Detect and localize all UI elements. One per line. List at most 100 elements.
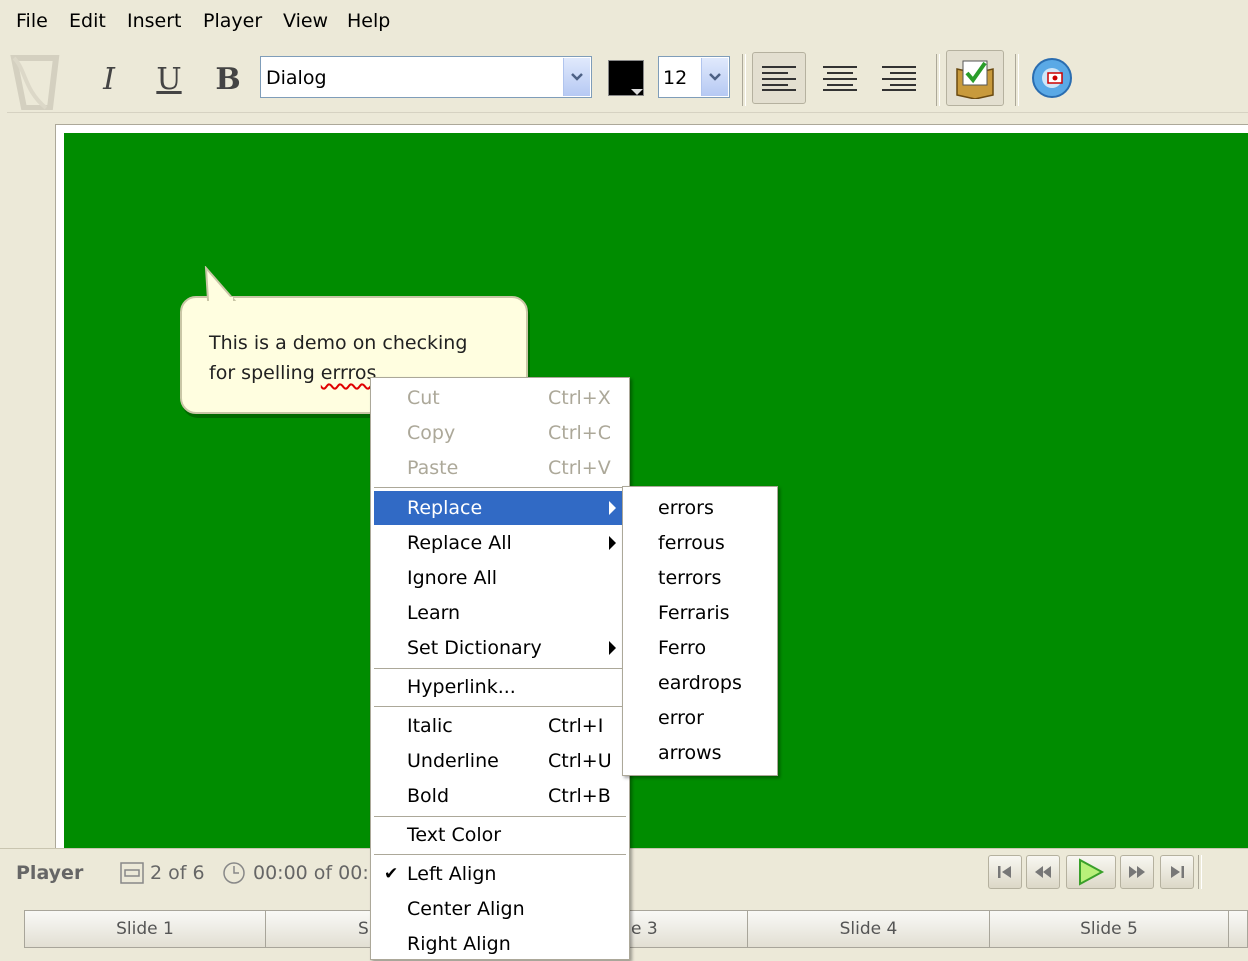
slide-counter-icon bbox=[120, 862, 144, 884]
chevron-down-icon[interactable] bbox=[701, 58, 728, 96]
menu-item-text-color-label: Text Color bbox=[407, 824, 502, 846]
skip-start-icon bbox=[998, 866, 1011, 878]
menu-item-left-align[interactable]: ✔ Left Align bbox=[374, 857, 626, 891]
menu-item-left-align-label: Left Align bbox=[407, 863, 497, 885]
menu-item-underline-label: Underline bbox=[407, 750, 499, 772]
suggestion-item[interactable]: arrows bbox=[658, 742, 722, 764]
menu-item-replace-all[interactable]: Replace All bbox=[374, 526, 626, 560]
menu-item-hyperlink-label: Hyperlink... bbox=[407, 676, 516, 698]
menu-item-underline[interactable]: Underline Ctrl+U bbox=[374, 744, 626, 778]
menu-edit[interactable]: Edit bbox=[69, 10, 106, 32]
slide-tab-6[interactable] bbox=[1228, 910, 1248, 948]
menu-item-text-color[interactable]: Text Color bbox=[374, 818, 626, 852]
align-center-icon bbox=[823, 66, 857, 91]
suggestion-item[interactable]: error bbox=[658, 707, 704, 729]
callout-line-2-prefix: for spelling bbox=[209, 362, 321, 384]
menu-item-italic[interactable]: Italic Ctrl+I bbox=[374, 709, 626, 743]
right-align-button[interactable] bbox=[873, 52, 925, 104]
left-align-button[interactable] bbox=[752, 52, 806, 104]
menu-item-underline-shortcut: Ctrl+U bbox=[548, 750, 612, 772]
menu-item-center-align[interactable]: Center Align bbox=[374, 892, 626, 926]
menu-view[interactable]: View bbox=[283, 10, 328, 32]
menu-item-cut-label: Cut bbox=[407, 387, 440, 409]
menu-bar: File Edit Insert Player View Help bbox=[0, 0, 1248, 46]
font-size-select[interactable]: 12 bbox=[658, 56, 730, 98]
chevron-down-icon[interactable] bbox=[563, 58, 590, 96]
menu-item-right-align[interactable]: Right Align bbox=[374, 927, 626, 961]
menu-item-learn[interactable]: Learn bbox=[374, 596, 626, 630]
suggestion-item[interactable]: ferrous bbox=[658, 532, 725, 554]
slide-tab-1[interactable]: Slide 1 bbox=[24, 910, 266, 948]
slide-counter: 2 of 6 bbox=[150, 862, 205, 884]
bold-button[interactable]: B bbox=[211, 60, 245, 98]
callout-line-1: This is a demo on checking bbox=[209, 332, 468, 354]
clock-icon bbox=[223, 862, 245, 884]
suggestion-item[interactable]: errors bbox=[658, 497, 714, 519]
menu-item-copy-label: Copy bbox=[407, 422, 456, 444]
underline-button[interactable]: U bbox=[152, 60, 186, 98]
submenu-arrow-icon bbox=[609, 501, 616, 515]
check-icon: ✔ bbox=[384, 864, 399, 884]
menu-item-paste-label: Paste bbox=[407, 457, 459, 479]
rewind-button[interactable] bbox=[1026, 855, 1060, 889]
menu-item-italic-label: Italic bbox=[407, 715, 453, 737]
slide-tab-4[interactable]: Slide 4 bbox=[747, 910, 990, 948]
menu-item-set-dictionary[interactable]: Set Dictionary bbox=[374, 631, 626, 665]
skip-end-icon bbox=[1171, 866, 1184, 878]
misspelled-word[interactable]: errros bbox=[321, 362, 377, 384]
menu-insert[interactable]: Insert bbox=[127, 10, 182, 32]
font-family-select[interactable]: Dialog bbox=[260, 56, 592, 98]
suggestion-item[interactable]: terrors bbox=[658, 567, 721, 589]
callout-tail bbox=[204, 266, 237, 301]
play-icon bbox=[1079, 858, 1105, 886]
menu-separator bbox=[374, 487, 626, 489]
menu-separator bbox=[374, 706, 626, 708]
menu-item-bold-shortcut: Ctrl+B bbox=[548, 785, 611, 807]
menu-item-ignore-all[interactable]: Ignore All bbox=[374, 561, 626, 595]
time-readout: 00:00 of 00:0 bbox=[253, 862, 381, 884]
play-button[interactable] bbox=[1066, 855, 1116, 889]
menu-item-replace[interactable]: Replace bbox=[374, 491, 626, 525]
center-align-button[interactable] bbox=[814, 52, 866, 104]
suggestion-item[interactable]: Ferraris bbox=[658, 602, 730, 624]
spell-check-button[interactable] bbox=[946, 50, 1004, 106]
submenu-arrow-icon bbox=[609, 536, 616, 550]
menu-item-paste[interactable]: Paste Ctrl+V bbox=[374, 451, 626, 485]
fast-forward-button[interactable] bbox=[1120, 855, 1154, 889]
menu-item-set-dictionary-label: Set Dictionary bbox=[407, 637, 542, 659]
left-rail bbox=[0, 112, 7, 847]
replace-submenu: errors ferrous terrors Ferraris Ferro ea… bbox=[622, 486, 778, 776]
menu-item-bold-label: Bold bbox=[407, 785, 449, 807]
menu-help[interactable]: Help bbox=[347, 10, 390, 32]
last-slide-button[interactable] bbox=[1160, 855, 1194, 889]
menu-item-cut[interactable]: Cut Ctrl+X bbox=[374, 381, 626, 415]
suggestion-item[interactable]: Ferro bbox=[658, 637, 706, 659]
menu-item-ignore-all-label: Ignore All bbox=[407, 567, 498, 589]
spell-check-icon bbox=[956, 60, 994, 99]
toolbar-grip-icon bbox=[10, 55, 60, 110]
menu-item-copy-shortcut: Ctrl+C bbox=[548, 422, 611, 444]
menu-item-bold[interactable]: Bold Ctrl+B bbox=[374, 779, 626, 813]
submenu-arrow-icon bbox=[609, 641, 616, 655]
first-slide-button[interactable] bbox=[988, 855, 1022, 889]
text-color-button[interactable] bbox=[606, 58, 646, 98]
rewind-icon bbox=[1035, 866, 1051, 878]
formatting-toolbar: I U B Dialog 12 bbox=[0, 46, 1248, 113]
menu-item-italic-shortcut: Ctrl+I bbox=[548, 715, 604, 737]
menu-item-center-align-label: Center Align bbox=[407, 898, 525, 920]
slide-tab-5[interactable]: Slide 5 bbox=[989, 910, 1229, 948]
suggestion-item[interactable]: eardrops bbox=[658, 672, 742, 694]
record-button[interactable] bbox=[1026, 54, 1078, 102]
menu-item-replace-label: Replace bbox=[407, 497, 483, 519]
menu-player[interactable]: Player bbox=[203, 10, 262, 32]
fast-forward-icon bbox=[1129, 866, 1145, 878]
menu-item-paste-shortcut: Ctrl+V bbox=[548, 457, 611, 479]
menu-item-hyperlink[interactable]: Hyperlink... bbox=[374, 670, 626, 704]
italic-button[interactable]: I bbox=[92, 60, 126, 98]
menu-item-copy[interactable]: Copy Ctrl+C bbox=[374, 416, 626, 450]
menu-file[interactable]: File bbox=[16, 10, 48, 32]
context-menu: Cut Ctrl+X Copy Ctrl+C Paste Ctrl+V Repl… bbox=[370, 377, 630, 960]
align-left-icon bbox=[762, 66, 796, 91]
color-swatch bbox=[608, 60, 644, 96]
player-label: Player bbox=[16, 862, 84, 884]
